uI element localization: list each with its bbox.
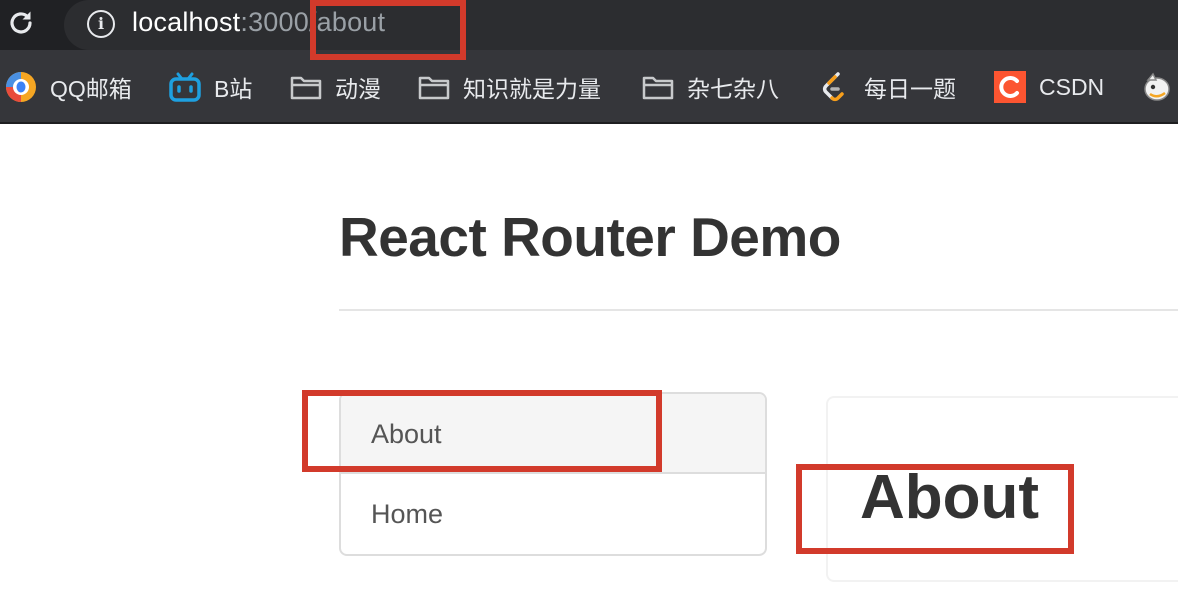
bookmark-daily-problem[interactable]: 每日一题 bbox=[818, 69, 956, 105]
url-host: localhost bbox=[132, 7, 241, 37]
reload-icon[interactable] bbox=[6, 8, 36, 38]
leetcode-icon bbox=[822, 72, 844, 102]
bookmark-bilibili[interactable]: B站 bbox=[168, 69, 252, 105]
bookmark-label: 动漫 bbox=[335, 76, 381, 102]
bookmark-mascot[interactable] bbox=[1140, 69, 1178, 105]
csdn-icon bbox=[994, 71, 1026, 103]
bookmark-label: QQ邮箱 bbox=[50, 76, 132, 102]
bookmarks-bar: QQ邮箱 B站 动漫 知识就是力量 杂七杂八 每日一题 CSDN bbox=[0, 50, 1178, 124]
bookmark-label: CSDN bbox=[1039, 73, 1105, 100]
mascot-icon bbox=[1144, 72, 1170, 101]
bookmark-label: 杂七杂八 bbox=[687, 76, 779, 102]
page-title: React Router Demo bbox=[339, 206, 841, 268]
bookmark-qq-mail[interactable]: QQ邮箱 bbox=[4, 69, 132, 105]
bookmark-label: 知识就是力量 bbox=[463, 76, 601, 102]
annotation-box-about-heading bbox=[796, 464, 1074, 554]
folder-icon bbox=[290, 76, 322, 100]
bookmark-label: 每日一题 bbox=[864, 76, 956, 102]
bilibili-icon bbox=[169, 72, 201, 102]
annotation-box-about-link bbox=[302, 390, 662, 472]
folder-icon bbox=[418, 76, 450, 100]
site-info-icon[interactable]: i bbox=[87, 10, 115, 38]
bookmark-label: B站 bbox=[214, 76, 253, 102]
annotation-box-url bbox=[310, 0, 466, 60]
bookmark-folder-knowledge[interactable]: 知识就是力量 bbox=[417, 69, 601, 105]
folder-icon bbox=[642, 76, 674, 100]
qq-mail-icon bbox=[6, 72, 36, 102]
bookmark-csdn[interactable]: CSDN bbox=[993, 69, 1104, 105]
bookmark-folder-misc[interactable]: 杂七杂八 bbox=[641, 69, 779, 105]
nav-link-home[interactable]: Home bbox=[341, 474, 765, 554]
title-divider bbox=[339, 309, 1178, 311]
bookmark-folder-anime[interactable]: 动漫 bbox=[289, 69, 381, 105]
